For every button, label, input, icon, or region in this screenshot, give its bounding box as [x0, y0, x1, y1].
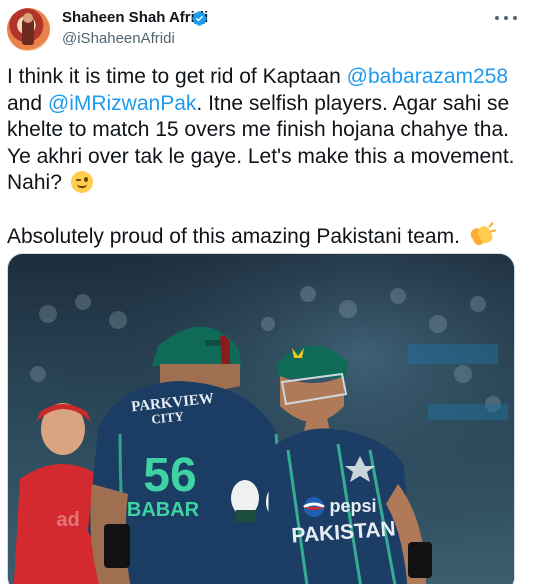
svg-text:ad: ad — [56, 509, 79, 531]
avatar[interactable] — [7, 8, 50, 51]
author-handle[interactable]: @iShaheenAfridi — [62, 30, 175, 47]
winking-face-icon — [70, 171, 93, 193]
more-options-icon[interactable] — [495, 11, 517, 25]
tweet-text-segment: Nahi? — [7, 171, 62, 194]
tweet-text: I think it is time to get rid of Kaptaan… — [7, 64, 532, 250]
left-jersey-number: 56 — [143, 449, 196, 502]
tweet-text-segment: . Itne selfish players. Agar sahi se — [196, 91, 510, 115]
left-jersey-name: BABAR — [127, 499, 200, 521]
cricket-photo: ad PARKVIEW CITY 56 BABAR pepsi PAKISTAN — [8, 254, 514, 584]
author-display-name[interactable]: Shaheen Shah Afridi — [62, 9, 208, 26]
tweet-media-photo[interactable]: ad PARKVIEW CITY 56 BABAR pepsi PAKISTAN — [7, 253, 515, 584]
tweet-line-4: Ye akhri over tak le gaye. Let's make th… — [7, 144, 515, 168]
avatar-head — [23, 13, 33, 23]
tweet-line-3: khelte to match 15 overs me finish hojan… — [7, 118, 509, 141]
verified-badge-icon — [192, 11, 207, 26]
mention-babarazam258[interactable]: @babarazam258 — [347, 65, 508, 88]
tweet-text-segment: and — [7, 91, 48, 115]
tweet-line-5: Nahi? — [7, 170, 532, 197]
tweet-text-segment: Absolutely proud of this amazing Pakista… — [7, 225, 460, 248]
right-jersey-sponsor: pepsi — [329, 496, 376, 516]
tweet-line-2: and @iMRizwanPak. Itne selfish players. … — [7, 91, 532, 118]
tweet-text-segment: I think it is time to get rid of Kaptaan — [7, 65, 347, 88]
clapping-hands-icon — [468, 222, 496, 247]
tweet-line-1: I think it is time to get rid of Kaptaan… — [7, 64, 532, 91]
tweet-line-6: Absolutely proud of this amazing Pakista… — [7, 222, 532, 250]
mention-imrizwanpak[interactable]: @iMRizwanPak — [48, 92, 197, 115]
tweet-card: Shaheen Shah Afridi @iShaheenAfridi I th… — [0, 0, 545, 584]
